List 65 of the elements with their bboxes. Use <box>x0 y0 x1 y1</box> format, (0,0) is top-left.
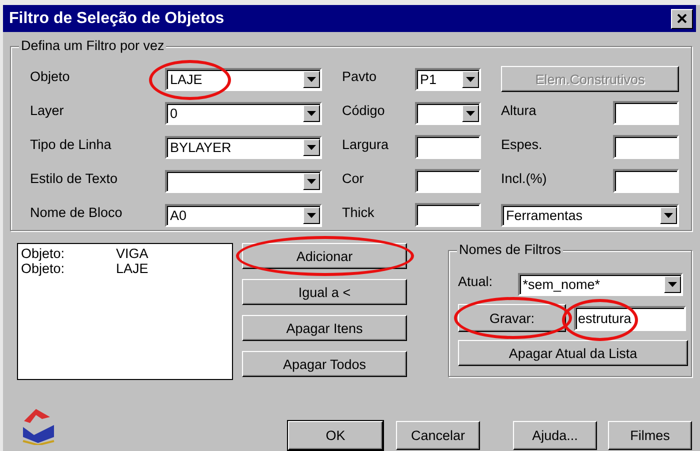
dropdown-button[interactable] <box>462 104 479 122</box>
dropdown-button[interactable] <box>303 206 320 224</box>
dropdown-button[interactable] <box>303 138 320 156</box>
action-button[interactable]: Adicionar <box>242 243 407 269</box>
input-field[interactable] <box>613 101 679 125</box>
dialog-button[interactable]: Ajuda... <box>513 421 597 450</box>
field-label: Layer <box>30 102 65 120</box>
group-title: Nomes de Filtros <box>457 242 564 257</box>
input-field[interactable] <box>415 203 481 227</box>
dropdown-button[interactable] <box>462 70 479 88</box>
delete-button[interactable]: Apagar Atual da Lista <box>458 340 688 366</box>
field-label: Espes. <box>501 136 544 154</box>
dropdown-button[interactable] <box>660 206 677 224</box>
dropdown[interactable]: Ferramentas <box>501 204 679 226</box>
dropdown[interactable]: BYLAYER <box>165 136 322 158</box>
input-field[interactable] <box>415 169 481 193</box>
caret-icon <box>307 178 316 184</box>
dropdown-button[interactable] <box>303 70 320 88</box>
input-field[interactable] <box>613 169 679 193</box>
save-button[interactable]: Gravar: <box>458 304 566 332</box>
action-button[interactable]: Apagar Todos <box>242 351 407 377</box>
field-label: Atual: <box>458 274 494 291</box>
caret-icon <box>466 76 475 82</box>
dropdown[interactable]: 0 <box>165 102 322 124</box>
caret-icon <box>307 110 316 116</box>
dropdown-button[interactable] <box>303 172 320 190</box>
dropdown[interactable] <box>165 170 322 192</box>
field-label: Largura <box>342 136 390 154</box>
field-label: Tipo de Linha <box>30 136 112 154</box>
dropdown-button[interactable] <box>303 104 320 122</box>
field-label: Incl.(%) <box>501 170 548 188</box>
field-label: Altura <box>501 102 538 120</box>
dropdown[interactable] <box>415 102 481 124</box>
list-item[interactable]: Objeto: VIGA <box>21 246 229 261</box>
list-item[interactable]: Objeto: LAJE <box>21 261 229 276</box>
input-field[interactable] <box>415 135 481 159</box>
field-label: Nome de Bloco <box>30 204 124 222</box>
dialog-button[interactable]: Cancelar <box>396 421 480 450</box>
action-button[interactable]: Igual a < <box>242 279 407 305</box>
caret-icon <box>668 282 677 287</box>
input-field[interactable] <box>613 135 679 159</box>
field-label: Código <box>342 102 386 120</box>
close-button[interactable] <box>671 8 693 28</box>
caret-icon <box>664 212 673 218</box>
field-label: Thick <box>342 204 376 222</box>
dialog-button[interactable]: OK <box>288 421 383 450</box>
window-title: Filtro de Seleção de Objetos <box>9 10 224 28</box>
dropdown[interactable]: A0 <box>165 204 322 226</box>
field-label: Objeto <box>30 68 71 86</box>
caret-icon <box>307 76 316 82</box>
input-field[interactable]: estrutura <box>574 306 686 330</box>
dropdown[interactable]: LAJE <box>165 68 322 90</box>
dialog-button[interactable]: Filmes <box>608 421 692 450</box>
caret-icon <box>307 212 316 218</box>
field-label: Pavto <box>342 68 378 86</box>
dropdown[interactable]: *sem_nome* <box>518 273 683 296</box>
caret-icon <box>466 110 475 116</box>
dropdown-button[interactable] <box>664 276 681 293</box>
group-title: Defina um Filtro por vez <box>19 38 166 53</box>
caret-icon <box>307 144 316 150</box>
action-button[interactable]: Apagar Itens <box>242 315 407 341</box>
dropdown[interactable]: P1 <box>415 68 481 90</box>
field-label: Estilo de Texto <box>30 170 119 188</box>
field-label: Cor <box>342 170 365 188</box>
close-icon <box>677 14 687 23</box>
